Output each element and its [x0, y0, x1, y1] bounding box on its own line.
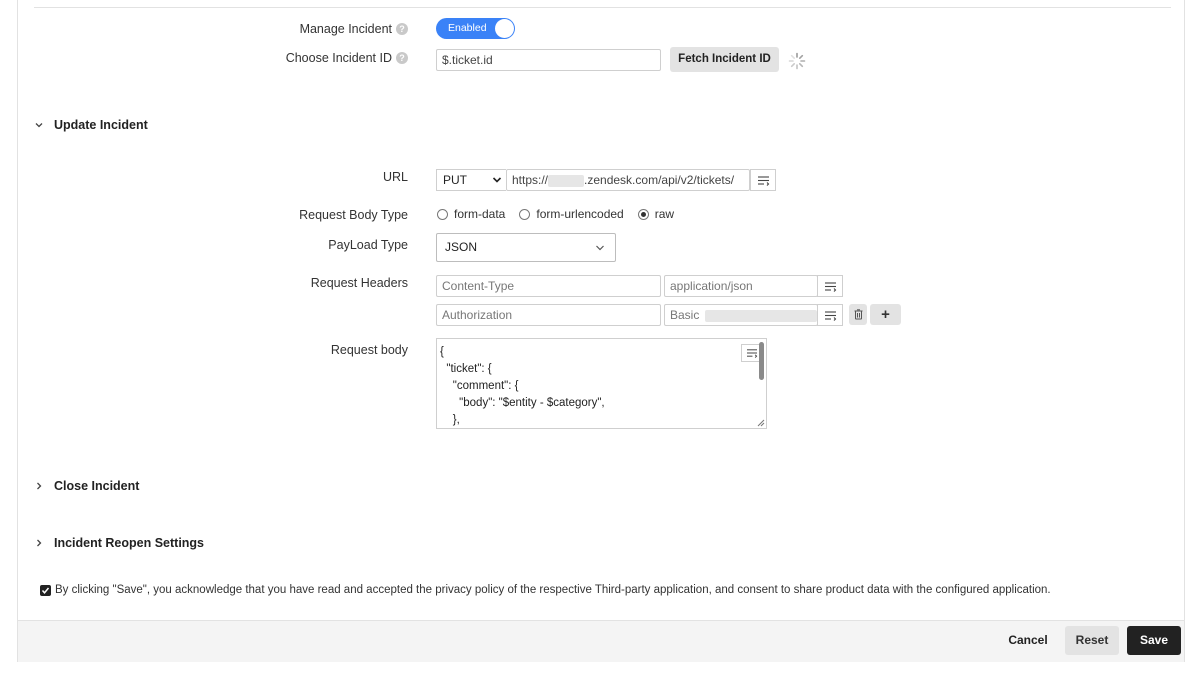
- toggle-label: Enabled: [448, 22, 487, 34]
- redacted-subdomain: [548, 174, 585, 187]
- radio-form-urlencoded[interactable]: form-urlencoded: [519, 207, 624, 221]
- help-icon[interactable]: ?: [396, 23, 408, 35]
- loading-spinner-icon: [788, 52, 806, 70]
- text-wrap-icon: [747, 349, 758, 358]
- plus-icon: +: [881, 306, 890, 323]
- redacted-auth-token: [704, 309, 817, 322]
- consent-checkbox[interactable]: [40, 584, 51, 596]
- reset-button[interactable]: Reset: [1065, 626, 1119, 655]
- radio-raw[interactable]: raw: [637, 207, 674, 221]
- close-incident-header[interactable]: Close Incident: [34, 479, 139, 493]
- radio-circle-selected[interactable]: [637, 208, 649, 220]
- request-body-textarea[interactable]: { "ticket": { "comment": { "body": "$ent…: [436, 338, 767, 429]
- save-button[interactable]: Save: [1127, 626, 1181, 655]
- cancel-button[interactable]: Cancel: [1000, 626, 1056, 655]
- text-wrap-icon: [824, 310, 836, 321]
- incident-reopen-settings-header[interactable]: Incident Reopen Settings: [34, 536, 204, 550]
- help-icon[interactable]: ?: [396, 52, 408, 64]
- header-key-input-1[interactable]: Content-Type: [436, 275, 661, 297]
- request-body-content: { "ticket": { "comment": { "body": "$ent…: [440, 346, 605, 426]
- manage-incident-label: Manage Incident ?: [300, 22, 408, 36]
- textarea-scrollbar[interactable]: [759, 342, 764, 380]
- text-wrap-icon: [757, 175, 769, 186]
- url-label: URL: [382, 170, 408, 184]
- text-wrap-icon: [824, 281, 836, 292]
- checkmark-icon: [41, 587, 50, 594]
- header-value-input-2[interactable]: Basic: [664, 304, 818, 326]
- choose-incident-label: Choose Incident ID ?: [286, 51, 408, 65]
- chevron-right-icon: [37, 482, 42, 490]
- header-key-input-2[interactable]: Authorization: [436, 304, 661, 326]
- top-divider: [34, 7, 1171, 8]
- request-headers-label: Request Headers: [310, 276, 408, 290]
- incident-id-input[interactable]: $.ticket.id: [436, 49, 661, 71]
- radio-form-data[interactable]: form-data: [437, 207, 505, 221]
- url-wrap-icon[interactable]: [750, 169, 776, 191]
- payload-type-label: PayLoad Type: [328, 238, 408, 252]
- chevron-right-icon: [37, 539, 42, 547]
- consent-row: By clicking "Save", you acknowledge that…: [40, 584, 1051, 596]
- header-wrap-button-1[interactable]: [817, 275, 843, 297]
- url-input[interactable]: https://.zendesk.com/api/v2/tickets/: [506, 169, 750, 191]
- chevron-down-icon: [596, 245, 604, 251]
- payload-type-select[interactable]: JSON: [436, 233, 616, 262]
- toggle-knob: [495, 19, 514, 38]
- consent-text: By clicking "Save", you acknowledge that…: [55, 584, 1051, 596]
- radio-circle[interactable]: [437, 208, 448, 220]
- header-wrap-button-2[interactable]: [817, 304, 843, 326]
- radio-circle[interactable]: [519, 208, 531, 220]
- chevron-down-icon: [492, 177, 502, 183]
- trash-icon: [854, 309, 862, 320]
- request-body-type-label: Request Body Type: [299, 208, 408, 222]
- update-incident-header[interactable]: Update Incident: [34, 118, 148, 132]
- request-body-type-group: form-data form-urlencoded raw: [437, 207, 688, 221]
- http-method-select[interactable]: PUT: [436, 169, 506, 191]
- settings-panel: [17, 0, 1185, 662]
- resize-handle-icon[interactable]: [757, 419, 765, 427]
- header-value-input-1[interactable]: application/json: [664, 275, 818, 297]
- delete-header-button[interactable]: [849, 304, 867, 325]
- request-body-label: Request body: [330, 343, 408, 357]
- chevron-down-icon: [35, 123, 43, 128]
- manage-incident-toggle[interactable]: Enabled: [436, 18, 515, 39]
- add-header-button[interactable]: +: [870, 304, 901, 325]
- fetch-incident-id-button[interactable]: Fetch Incident ID: [670, 47, 779, 72]
